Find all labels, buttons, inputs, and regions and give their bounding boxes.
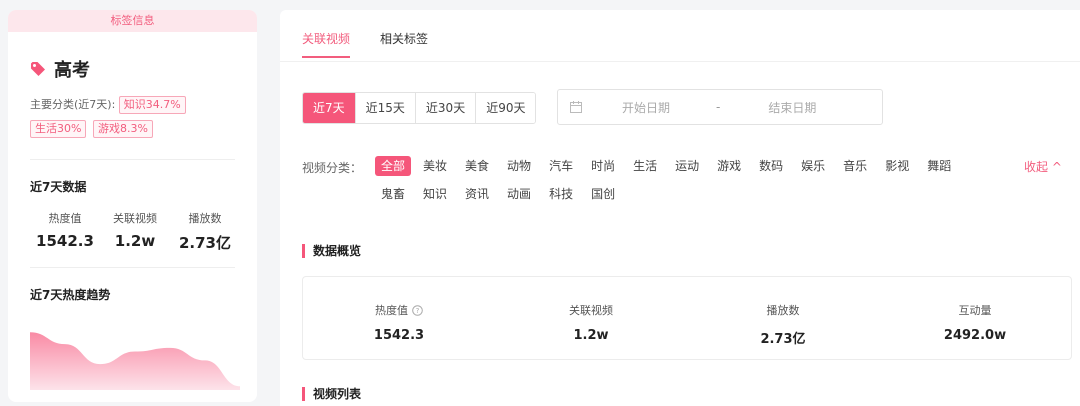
- date-range-picker[interactable]: 开始日期 - 结束日期: [557, 89, 883, 125]
- tag-icon: [31, 62, 45, 76]
- overview-label: 互动量: [958, 304, 992, 317]
- time-range-selector: 近7天 近15天 近30天 近90天: [302, 92, 537, 124]
- divider: [30, 159, 235, 160]
- tag-name: 高考: [54, 60, 90, 81]
- category-film[interactable]: 影视: [885, 156, 909, 176]
- category-filter-row-1: 全部 美妆 美食 动物 汽车 时尚 生活 运动 游戏 数码 娱乐 音乐 影视 舞…: [375, 156, 969, 176]
- category-tech[interactable]: 科技: [549, 184, 573, 204]
- range-90d-button[interactable]: 近90天: [476, 93, 536, 123]
- calendar-icon: [570, 101, 582, 113]
- category-animals[interactable]: 动物: [507, 156, 531, 176]
- stat-value: 1542.3: [36, 232, 94, 250]
- category-animation[interactable]: 动画: [507, 184, 531, 204]
- category-music[interactable]: 音乐: [843, 156, 867, 176]
- stat-label: 热度值: [48, 212, 82, 225]
- overview-label: 热度值: [375, 304, 408, 317]
- category-sports[interactable]: 运动: [675, 156, 699, 176]
- tab-related-videos[interactable]: 关联视频: [302, 30, 351, 58]
- stat-label: 关联视频: [113, 212, 157, 225]
- overview-value: 1.2w: [573, 328, 609, 343]
- tab-related-tags[interactable]: 相关标签: [380, 30, 428, 58]
- range-15d-button[interactable]: 近15天: [355, 93, 416, 123]
- overview-videos: 关联视频 1.2w: [495, 277, 687, 359]
- trend-area: [30, 332, 240, 390]
- category-all[interactable]: 全部: [375, 156, 412, 176]
- collapse-label: 收起: [1024, 160, 1049, 174]
- stat-videos: 关联视频 1.2w: [100, 210, 170, 253]
- category-games[interactable]: 游戏: [717, 156, 741, 176]
- category-knowledge[interactable]: 知识: [423, 184, 447, 204]
- seven-day-stats: 热度值 1542.3 关联视频 1.2w 播放数 2.73亿: [30, 210, 240, 253]
- divider: [30, 267, 235, 268]
- category-chip: 知识34.7%: [118, 96, 186, 114]
- category-news[interactable]: 资讯: [465, 184, 489, 204]
- svg-text:?: ?: [416, 307, 420, 315]
- overview-value: 2492.0w: [943, 328, 1007, 343]
- main-panel: 关联视频 相关标签 近7天 近15天 近30天 近90天 开始日期 - 结束日期…: [280, 10, 1080, 406]
- category-prefix: 主要分类(近7天):: [30, 98, 116, 111]
- collapse-button[interactable]: 收起 ^: [1024, 157, 1062, 177]
- overview-value: 1542.3: [373, 328, 425, 343]
- category-dance[interactable]: 舞蹈: [927, 156, 951, 176]
- category-filter-row-2: 鬼畜 知识 资讯 动画 科技 国创: [375, 184, 633, 204]
- seven-day-title: 近7天数据: [30, 180, 87, 194]
- date-separator: -: [716, 100, 721, 114]
- stat-label: 播放数: [188, 212, 222, 225]
- overview-title: 数据概览: [302, 244, 361, 258]
- range-30d-button[interactable]: 近30天: [415, 93, 477, 123]
- category-cars[interactable]: 汽车: [549, 156, 573, 176]
- chevron-up-icon: ^: [1051, 160, 1062, 174]
- data-overview: 热度值 ? 1542.3 关联视频 1.2w 播放数 2.73亿 互动量 249…: [302, 276, 1072, 360]
- stat-value: 1.2w: [114, 232, 156, 250]
- trend-title: 近7天热度趋势: [30, 288, 111, 302]
- overview-plays: 播放数 2.73亿: [687, 277, 879, 359]
- heat-trend-chart: [30, 332, 240, 390]
- category-entertainment[interactable]: 娱乐: [801, 156, 825, 176]
- start-date-input[interactable]: 开始日期: [622, 99, 670, 116]
- category-digital[interactable]: 数码: [759, 156, 783, 176]
- category-life[interactable]: 生活: [633, 156, 657, 176]
- category-filter-label: 视频分类：: [302, 161, 363, 175]
- main-category: 主要分类(近7天): 知识34.7% 生活30% 游戏8.3%: [30, 94, 250, 140]
- stat-heat: 热度值 1542.3: [30, 210, 100, 253]
- category-food[interactable]: 美食: [465, 156, 489, 176]
- category-chip: 游戏8.3%: [92, 120, 153, 138]
- tag-info-card: 标签信息 高考 主要分类(近7天): 知识34.7% 生活30% 游戏8.3% …: [8, 10, 257, 402]
- overview-label: 关联视频: [569, 304, 613, 317]
- info-icon[interactable]: ?: [412, 304, 423, 316]
- category-chip: 生活30%: [30, 120, 87, 138]
- tag-title: 高考: [30, 56, 90, 82]
- overview-value: 2.73亿: [760, 332, 806, 347]
- tabs-divider: [280, 61, 1080, 62]
- category-beauty[interactable]: 美妆: [423, 156, 447, 176]
- tab-bar: 关联视频 相关标签: [302, 30, 458, 58]
- range-7d-button[interactable]: 近7天: [303, 93, 356, 123]
- category-guochuang[interactable]: 国创: [591, 184, 615, 204]
- category-kichiku[interactable]: 鬼畜: [381, 184, 405, 204]
- stat-plays: 播放数 2.73亿: [170, 210, 240, 253]
- overview-interactions: 互动量 2492.0w: [879, 277, 1071, 359]
- category-fashion[interactable]: 时尚: [591, 156, 615, 176]
- stat-value: 2.73亿: [178, 234, 231, 252]
- end-date-input[interactable]: 结束日期: [768, 99, 816, 116]
- tag-info-header: 标签信息: [8, 10, 257, 32]
- overview-heat: 热度值 ? 1542.3: [303, 277, 495, 359]
- overview-label: 播放数: [766, 304, 800, 317]
- video-list-title: 视频列表: [302, 387, 361, 401]
